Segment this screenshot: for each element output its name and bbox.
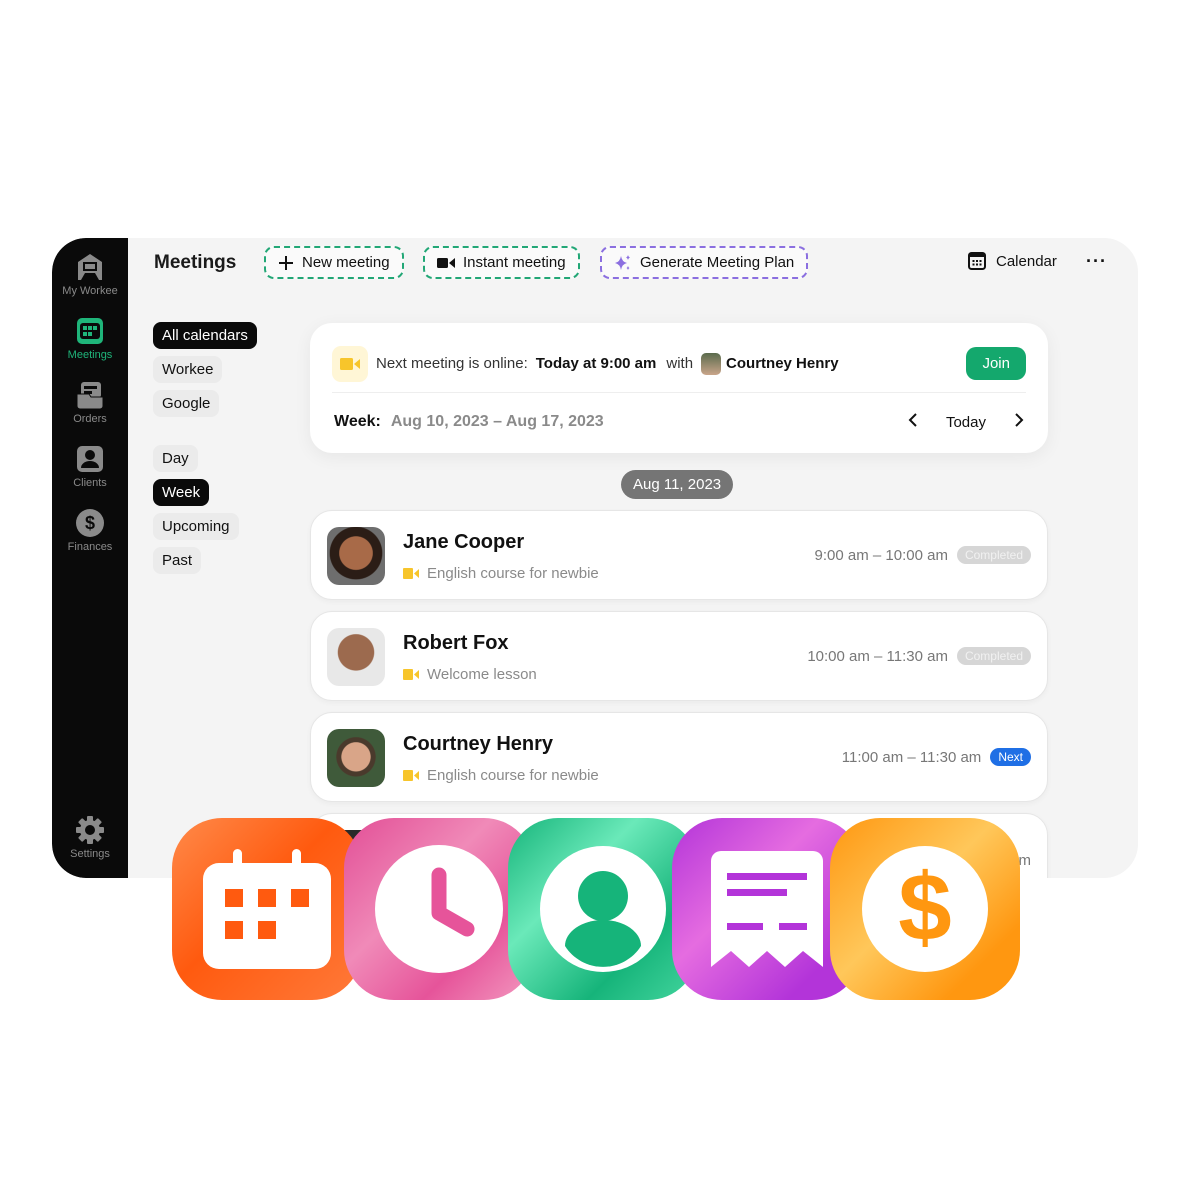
next-meeting-row: Next meeting is online: Today at 9:00 am… [332,335,1026,393]
week-label: Week: [334,413,381,430]
instant-meeting-button[interactable]: Instant meeting [423,246,580,279]
sidebar: My Workee Meetings Orders Clients $ Fina… [52,238,128,878]
chevron-left-icon [908,413,917,427]
sidebar-item-label: Finances [67,541,113,553]
calendar-app-icon [203,849,331,969]
new-meeting-button[interactable]: New meeting [264,246,404,279]
chevron-right-icon [1015,413,1024,427]
dollar-app-icon: $ [862,846,988,972]
dollar-app-tile[interactable]: $ [830,818,1020,1000]
instant-meeting-label: Instant meeting [463,254,566,271]
meeting-person: Jane Cooper [403,531,525,553]
app-window: My Workee Meetings Orders Clients $ Fina… [52,238,1138,878]
sidebar-item-label: Meetings [67,349,113,361]
sidebar-item-orders[interactable]: Orders [52,380,128,425]
week-range: Aug 10, 2023 – Aug 17, 2023 [390,413,604,430]
video-camera-icon [437,257,455,268]
sidebar-item-clients[interactable]: Clients [52,444,128,489]
today-button[interactable]: Today [946,414,986,431]
page-title: Meetings [154,252,237,273]
sidebar-item-meetings[interactable]: Meetings [52,316,128,361]
sidebar-item-my-workee[interactable]: My Workee [52,252,128,297]
dollar-icon: $ [76,509,104,537]
next-meeting-card: Next meeting is online: Today at 9:00 am… [310,323,1048,453]
sidebar-item-label: My Workee [62,285,118,297]
plus-icon [279,255,293,270]
workee-logo-icon [78,254,102,280]
meeting-time: 10:00 am – 11:30 am [807,647,948,665]
avatar [327,527,385,585]
generate-meeting-plan-label: Generate Meeting Plan [640,254,795,271]
avatar [701,352,722,375]
sidebar-item-finances[interactable]: $ Finances [52,508,128,553]
video-badge [332,345,368,382]
client-app-icon [540,846,666,972]
calendar-button[interactable]: Calendar [968,252,1057,270]
view-week[interactable]: Week [153,479,210,506]
meeting-person: Courtney Henry [403,733,554,755]
sidebar-item-settings[interactable]: Settings [52,815,128,860]
meeting-time: 9:00 am – 10:00 am [814,546,948,564]
sidebar-item-label: Settings [70,848,110,860]
video-camera-icon [340,357,360,370]
meeting-row[interactable]: Jane Cooper English course for newbie 9:… [310,510,1048,600]
view-day[interactable]: Day [153,445,198,472]
client-app-tile[interactable] [508,818,698,1000]
calendar-app-tile[interactable] [172,818,362,1000]
meeting-topic: English course for newbie [427,565,599,582]
avatar [327,729,385,787]
receipt-app-icon [711,851,823,967]
join-button[interactable]: Join [966,347,1026,380]
more-options-button[interactable]: ··· [1086,251,1107,272]
video-camera-icon [403,568,419,579]
sidebar-item-label: Orders [73,413,107,425]
status-badge: Next [990,748,1031,766]
prev-week-button[interactable] [908,413,918,431]
meeting-person: Robert Fox [403,632,509,654]
gear-icon [76,816,104,844]
with-label: with [666,355,694,372]
sparkle-icon [615,254,630,270]
calendar-grid-icon [77,318,103,344]
calendar-icon [968,252,986,270]
view-upcoming[interactable]: Upcoming [153,513,239,540]
filter-workee[interactable]: Workee [153,356,223,383]
filter-all-calendars[interactable]: All calendars [153,322,257,349]
video-camera-icon [403,669,419,680]
svg-text:$: $ [85,513,95,533]
new-meeting-label: New meeting [302,254,390,271]
meeting-topic: Welcome lesson [427,666,537,683]
video-camera-icon [403,770,419,781]
meeting-topic: English course for newbie [427,767,599,784]
client-icon [77,446,103,472]
generate-meeting-plan-button[interactable]: Generate Meeting Plan [600,246,809,279]
meeting-row[interactable]: Courtney Henry English course for newbie… [310,712,1048,802]
app-icon-dock: $ [172,818,1020,1000]
meeting-time: 11:00 am – 11:30 am [841,748,982,766]
calendar-label: Calendar [996,252,1057,270]
filter-google[interactable]: Google [153,390,220,417]
meeting-row[interactable]: Robert Fox Welcome lesson 10:00 am – 11:… [310,611,1048,701]
status-badge: Completed [956,647,1031,665]
avatar [327,628,385,686]
next-week-button[interactable] [1014,413,1024,431]
svg-text:$: $ [898,854,951,961]
week-range-row: Week: Aug 10, 2023 – Aug 17, 2023 Today [334,413,1024,431]
next-meeting-prefix: Next meeting is online: [376,355,528,372]
status-badge: Completed [956,546,1031,564]
date-header: Aug 11, 2023 [621,470,734,499]
orders-icon [76,382,104,410]
clock-app-icon [375,845,503,973]
next-meeting-time: Today at 9:00 am [535,355,657,372]
clock-app-tile[interactable] [344,818,534,1000]
next-meeting-person[interactable]: Courtney Henry [726,355,839,372]
view-past[interactable]: Past [153,547,202,574]
sidebar-item-label: Clients [73,477,107,489]
